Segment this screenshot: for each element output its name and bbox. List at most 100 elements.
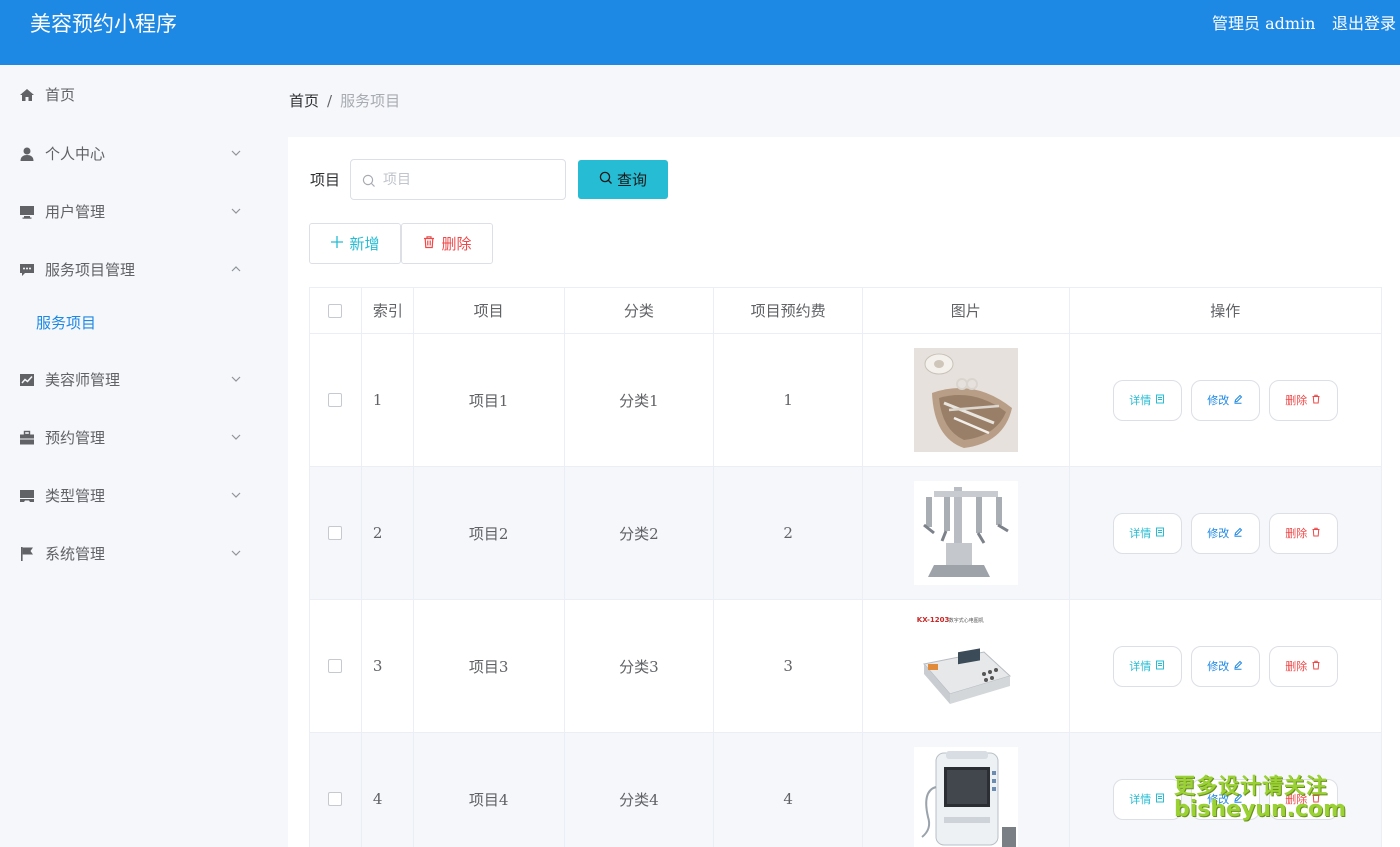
row-fee: 1 bbox=[714, 334, 863, 466]
delete-label: 删除 bbox=[1285, 793, 1308, 806]
row-image-cell bbox=[863, 467, 1070, 599]
add-button[interactable]: 新增 bbox=[309, 223, 401, 264]
header-fee: 项目预约费 bbox=[714, 288, 863, 333]
search-input[interactable] bbox=[383, 168, 553, 192]
delete-button[interactable]: 删除 bbox=[1268, 512, 1338, 554]
chevron-down-icon bbox=[230, 431, 242, 443]
table-row: 4 项目4 分类4 4 详情 修改 删除 bbox=[310, 733, 1381, 847]
header-actions: 操作 bbox=[1210, 302, 1241, 320]
row-index: 3 bbox=[362, 600, 414, 732]
batch-delete-button[interactable]: 删除 bbox=[401, 223, 493, 264]
edit-label: 修改 bbox=[1207, 660, 1230, 673]
detail-button[interactable]: 详情 bbox=[1112, 512, 1182, 554]
sidebar-item-type-management[interactable]: 类型管理 bbox=[0, 476, 288, 516]
document-icon bbox=[1155, 527, 1165, 540]
detail-button[interactable]: 详情 bbox=[1112, 645, 1182, 687]
search-icon bbox=[599, 171, 613, 189]
detail-button[interactable]: 详情 bbox=[1112, 379, 1182, 421]
header-index: 索引 bbox=[362, 288, 414, 333]
home-icon bbox=[19, 87, 35, 103]
select-all-cell bbox=[310, 288, 362, 333]
row-category: 分类3 bbox=[565, 600, 715, 732]
sidebar-item-beautician-management[interactable]: 美容师管理 bbox=[0, 360, 288, 400]
edit-button[interactable]: 修改 bbox=[1190, 645, 1260, 687]
edit-label: 修改 bbox=[1207, 527, 1230, 540]
sidebar-item-personal-center[interactable]: 个人中心 bbox=[0, 134, 288, 174]
sidebar-item-label: 类型管理 bbox=[45, 487, 106, 505]
surgical-instruments-image[interactable] bbox=[913, 348, 1018, 452]
row-checkbox[interactable] bbox=[328, 526, 343, 540]
delete-button[interactable]: 删除 bbox=[1268, 379, 1338, 421]
sidebar-item-label: 服务项目管理 bbox=[45, 261, 136, 279]
sidebar-item-label: 个人中心 bbox=[45, 145, 106, 163]
pencil-icon bbox=[1233, 394, 1243, 407]
delete-label: 删除 bbox=[1285, 527, 1308, 540]
row-actions: 详情 修改 删除 bbox=[1070, 467, 1381, 599]
edit-label: 修改 bbox=[1207, 394, 1230, 407]
row-check-cell bbox=[310, 334, 362, 466]
trash-icon bbox=[422, 235, 436, 253]
add-button-label: 新增 bbox=[349, 235, 380, 253]
sidebar: 首页 个人中心 用户管理 服务项目管理 服务项目 美容师管理 预约管理 类型管理… bbox=[0, 65, 288, 847]
top-header: 美容预约小程序 管理员 admin 退出登录 bbox=[0, 0, 1400, 65]
search-field bbox=[350, 159, 566, 200]
row-fee: 4 bbox=[714, 733, 863, 847]
ecg-machine-image[interactable]: KX-1203 数字式心电图机 bbox=[913, 614, 1018, 718]
flag-icon bbox=[19, 546, 35, 562]
query-button[interactable]: 查询 bbox=[578, 160, 668, 199]
row-category: 分类4 bbox=[565, 733, 715, 847]
edit-label: 修改 bbox=[1207, 793, 1230, 806]
table-row: 2 项目2 分类2 2 详情 修改 删除 bbox=[310, 467, 1381, 600]
row-checkbox[interactable] bbox=[328, 393, 343, 407]
sidebar-item-home[interactable]: 首页 bbox=[0, 75, 288, 115]
logout-link[interactable]: 退出登录 bbox=[1332, 13, 1396, 35]
edit-button[interactable]: 修改 bbox=[1190, 778, 1260, 820]
delete-button[interactable]: 删除 bbox=[1268, 645, 1338, 687]
row-fee: 3 bbox=[714, 600, 863, 732]
row-fee: 2 bbox=[714, 467, 863, 599]
header-item: 项目 bbox=[414, 288, 565, 333]
row-actions: 详情 修改 删除 bbox=[1070, 600, 1381, 732]
delete-button-label: 删除 bbox=[441, 235, 472, 253]
table-row: 1 项目1 分类1 1 详情 修改 删除 bbox=[310, 334, 1381, 467]
row-image-cell bbox=[863, 733, 1070, 847]
pencil-icon bbox=[1233, 793, 1243, 806]
row-item: 项目4 bbox=[414, 733, 565, 847]
chevron-down-icon bbox=[230, 205, 242, 217]
sidebar-item-user-management[interactable]: 用户管理 bbox=[0, 192, 288, 232]
select-all-checkbox[interactable] bbox=[328, 303, 343, 318]
sidebar-subitem-services[interactable]: 服务项目 bbox=[0, 303, 288, 343]
row-category: 分类2 bbox=[565, 467, 715, 599]
trash-icon bbox=[1311, 793, 1321, 806]
chevron-down-icon bbox=[230, 489, 242, 501]
document-icon bbox=[1155, 394, 1165, 407]
row-actions: 详情 修改 删除 bbox=[1070, 334, 1381, 466]
row-item: 项目3 bbox=[414, 600, 565, 732]
delete-label: 删除 bbox=[1285, 660, 1308, 673]
row-checkbox[interactable] bbox=[328, 659, 343, 673]
pencil-icon bbox=[1233, 527, 1243, 540]
sidebar-item-service-management[interactable]: 服务项目管理 bbox=[0, 250, 288, 290]
detail-button[interactable]: 详情 bbox=[1112, 778, 1182, 820]
row-image-cell: KX-1203 数字式心电图机 bbox=[863, 600, 1070, 732]
robotic-surgery-system-image[interactable] bbox=[913, 481, 1018, 585]
chevron-up-icon bbox=[230, 263, 242, 275]
row-item: 项目1 bbox=[414, 334, 565, 466]
sidebar-item-label: 用户管理 bbox=[45, 203, 106, 221]
edit-button[interactable]: 修改 bbox=[1190, 512, 1260, 554]
breadcrumb-home[interactable]: 首页 bbox=[289, 92, 319, 110]
detail-label: 详情 bbox=[1129, 527, 1152, 540]
sidebar-item-label: 系统管理 bbox=[45, 545, 106, 563]
row-index: 2 bbox=[362, 467, 414, 599]
document-icon bbox=[1155, 793, 1165, 806]
row-checkbox[interactable] bbox=[328, 792, 343, 806]
edit-button[interactable]: 修改 bbox=[1190, 379, 1260, 421]
user-icon bbox=[19, 146, 35, 162]
app-title: 美容预约小程序 bbox=[30, 12, 177, 36]
sidebar-item-system-management[interactable]: 系统管理 bbox=[0, 534, 288, 574]
sidebar-item-appointment-management[interactable]: 预约管理 bbox=[0, 418, 288, 458]
delete-button[interactable]: 删除 bbox=[1268, 778, 1338, 820]
header-category: 分类 bbox=[565, 288, 715, 333]
breadcrumb-current: 服务项目 bbox=[340, 92, 401, 110]
patient-monitor-image[interactable] bbox=[913, 747, 1018, 847]
